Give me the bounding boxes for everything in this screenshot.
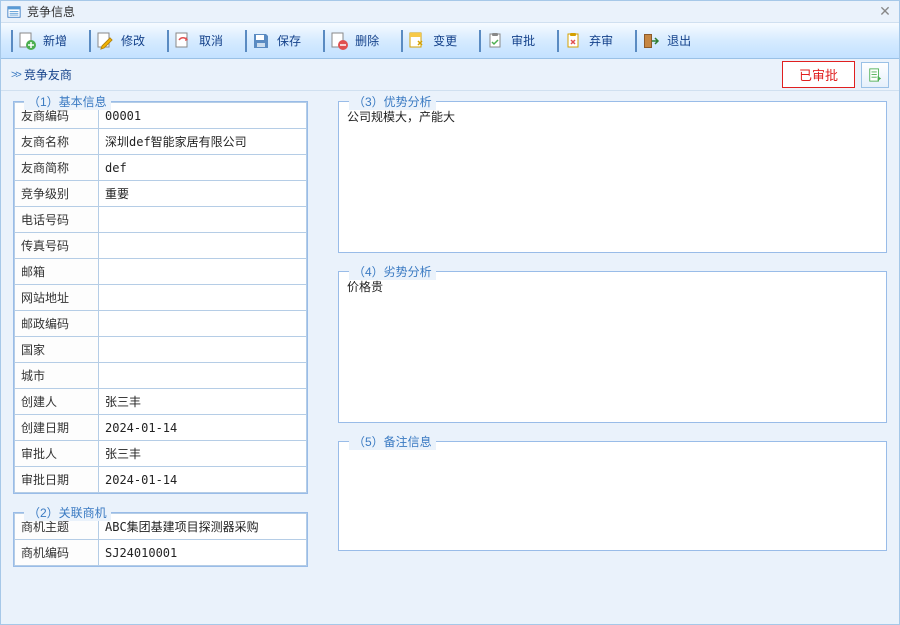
chevron-right-icon: >>	[11, 69, 20, 81]
status-badge: 已审批	[782, 61, 855, 88]
field-value[interactable]	[99, 311, 307, 337]
field-label: 城市	[15, 363, 99, 389]
table-row: 友商名称深圳def智能家居有限公司	[15, 129, 307, 155]
field-value[interactable]	[99, 337, 307, 363]
field-value[interactable]: ABC集团基建项目探测器采购	[99, 514, 307, 540]
field-value[interactable]: 2024-01-14	[99, 415, 307, 441]
save-icon	[251, 31, 271, 51]
table-row: 友商简称def	[15, 155, 307, 181]
strengths-section: （3）优势分析 公司规模大，产能大	[338, 101, 887, 253]
field-label: 邮政编码	[15, 311, 99, 337]
content-area: （1）基本信息 友商编码00001友商名称深圳def智能家居有限公司友商简称de…	[1, 91, 899, 624]
field-label: 国家	[15, 337, 99, 363]
close-icon[interactable]: ✕	[877, 4, 893, 20]
field-value[interactable]	[99, 207, 307, 233]
delete-icon	[329, 31, 349, 51]
unapprove-button[interactable]: 弃审	[551, 25, 625, 57]
field-label: 审批日期	[15, 467, 99, 493]
table-row: 创建日期2024-01-14	[15, 415, 307, 441]
field-value[interactable]	[99, 363, 307, 389]
section-title: （2）关联商机	[24, 504, 111, 521]
new-icon	[17, 31, 37, 51]
field-label: 创建日期	[15, 415, 99, 441]
field-value[interactable]: 2024-01-14	[99, 467, 307, 493]
field-value[interactable]: def	[99, 155, 307, 181]
subheader: >> 竞争友商 已审批	[1, 59, 899, 91]
export-button[interactable]	[861, 62, 889, 88]
change-icon	[407, 31, 427, 51]
field-value[interactable]: SJ24010001	[99, 540, 307, 566]
field-value[interactable]: 重要	[99, 181, 307, 207]
strengths-text[interactable]: 公司规模大，产能大	[339, 102, 886, 252]
delete-button[interactable]: 删除	[317, 25, 391, 57]
field-value[interactable]	[99, 233, 307, 259]
table-row: 邮箱	[15, 259, 307, 285]
weaknesses-text[interactable]: 价格贵	[339, 272, 886, 422]
toolbar: 新增 修改 取消 保存 删除 变更 审批 弃审 退出	[1, 23, 899, 59]
remarks-section: （5）备注信息	[338, 441, 887, 551]
field-label: 邮箱	[15, 259, 99, 285]
field-value[interactable]: 深圳def智能家居有限公司	[99, 129, 307, 155]
approve-button[interactable]: 审批	[473, 25, 547, 57]
table-row: 国家	[15, 337, 307, 363]
window-title: 竞争信息	[27, 3, 877, 20]
table-row: 邮政编码	[15, 311, 307, 337]
field-label: 友商简称	[15, 155, 99, 181]
field-label: 创建人	[15, 389, 99, 415]
exit-icon	[641, 31, 661, 51]
new-button[interactable]: 新增	[5, 25, 79, 57]
table-row: 审批人张三丰	[15, 441, 307, 467]
approve-icon	[485, 31, 505, 51]
table-row: 审批日期2024-01-14	[15, 467, 307, 493]
subheader-title: 竞争友商	[24, 66, 72, 83]
remarks-text[interactable]	[339, 442, 886, 550]
table-row: 创建人张三丰	[15, 389, 307, 415]
change-button[interactable]: 变更	[395, 25, 469, 57]
field-label: 电话号码	[15, 207, 99, 233]
exit-button[interactable]: 退出	[629, 25, 703, 57]
related-opportunity-section: （2）关联商机 商机主题ABC集团基建项目探测器采购商机编码SJ24010001	[13, 512, 308, 567]
unapprove-icon	[563, 31, 583, 51]
table-row: 传真号码	[15, 233, 307, 259]
field-label: 审批人	[15, 441, 99, 467]
field-value[interactable]: 00001	[99, 103, 307, 129]
field-label: 传真号码	[15, 233, 99, 259]
field-label: 竞争级别	[15, 181, 99, 207]
table-row: 竞争级别重要	[15, 181, 307, 207]
window-icon	[7, 5, 21, 19]
table-row: 电话号码	[15, 207, 307, 233]
cancel-button[interactable]: 取消	[161, 25, 235, 57]
section-title: （1）基本信息	[24, 93, 111, 110]
edit-icon	[95, 31, 115, 51]
table-row: 城市	[15, 363, 307, 389]
field-label: 商机编码	[15, 540, 99, 566]
section-title: （3）优势分析	[349, 93, 436, 110]
basic-info-section: （1）基本信息 友商编码00001友商名称深圳def智能家居有限公司友商简称de…	[13, 101, 308, 494]
field-value[interactable]	[99, 285, 307, 311]
section-title: （4）劣势分析	[349, 263, 436, 280]
weaknesses-section: （4）劣势分析 价格贵	[338, 271, 887, 423]
table-row: 网站地址	[15, 285, 307, 311]
table-row: 商机编码SJ24010001	[15, 540, 307, 566]
save-button[interactable]: 保存	[239, 25, 313, 57]
edit-button[interactable]: 修改	[83, 25, 157, 57]
app-window: 竞争信息 ✕ 新增 修改 取消 保存 删除 变更 审批 弃审 退出 >> 竞争友…	[0, 0, 900, 625]
section-title: （5）备注信息	[349, 433, 436, 450]
field-label: 网站地址	[15, 285, 99, 311]
cancel-icon	[173, 31, 193, 51]
basic-info-table: 友商编码00001友商名称深圳def智能家居有限公司友商简称def竞争级别重要电…	[14, 102, 307, 493]
titlebar: 竞争信息 ✕	[1, 1, 899, 23]
field-value[interactable]	[99, 259, 307, 285]
field-label: 友商名称	[15, 129, 99, 155]
export-icon	[868, 68, 882, 82]
field-value[interactable]: 张三丰	[99, 389, 307, 415]
field-value[interactable]: 张三丰	[99, 441, 307, 467]
